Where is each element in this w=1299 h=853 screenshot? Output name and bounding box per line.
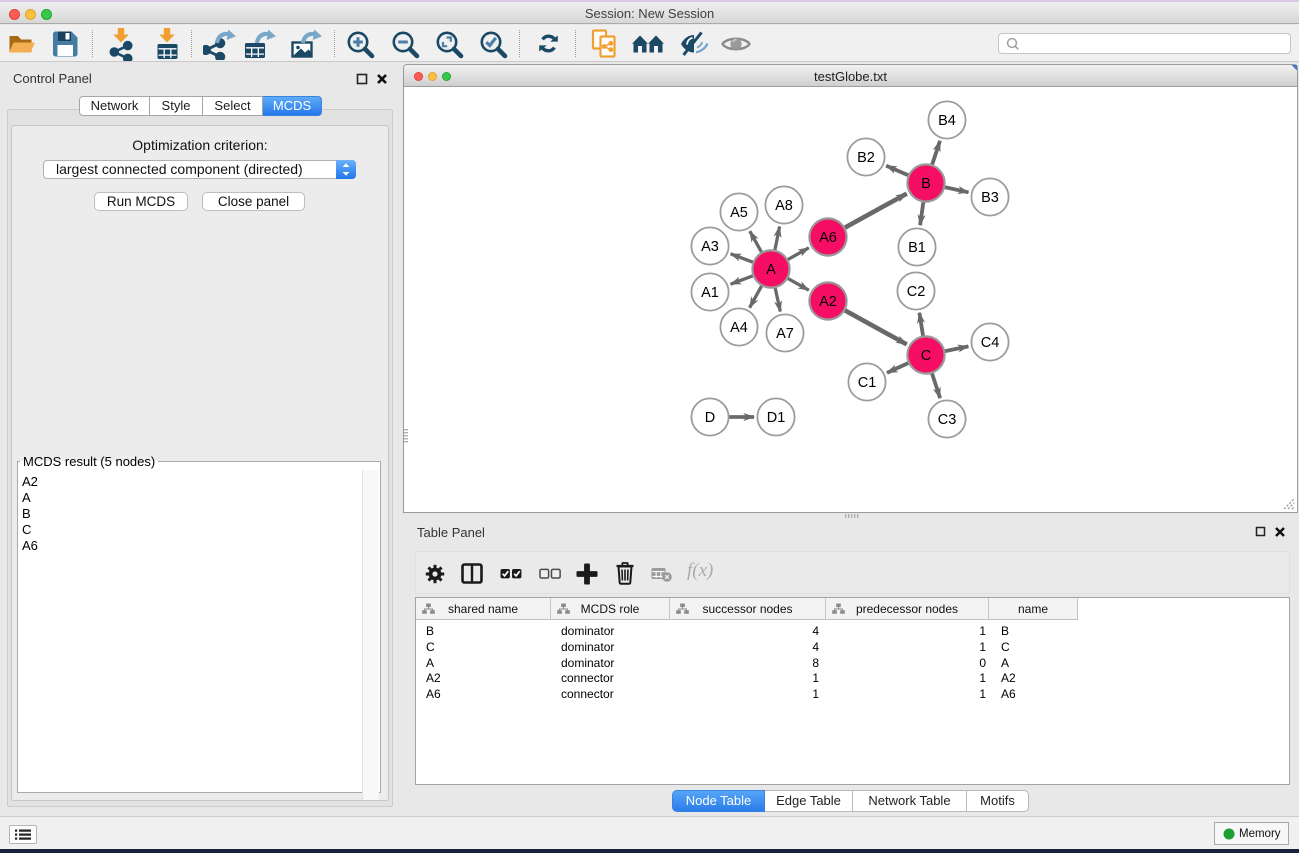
svg-text:C2: C2	[907, 284, 926, 300]
svg-text:A7: A7	[776, 326, 794, 342]
svg-text:C: C	[921, 348, 931, 364]
svg-text:D: D	[705, 410, 715, 426]
svg-text:C4: C4	[981, 335, 1000, 351]
svg-text:A5: A5	[730, 205, 748, 221]
svg-text:A1: A1	[701, 285, 719, 301]
svg-text:A: A	[766, 262, 776, 278]
svg-text:C1: C1	[858, 375, 877, 391]
svg-text:B1: B1	[908, 240, 926, 256]
svg-text:A6: A6	[819, 230, 837, 246]
svg-text:D1: D1	[767, 410, 786, 426]
svg-text:B: B	[921, 176, 931, 192]
svg-text:A4: A4	[730, 320, 748, 336]
svg-text:C3: C3	[938, 412, 957, 428]
svg-text:A2: A2	[819, 294, 837, 310]
svg-text:B4: B4	[938, 113, 956, 129]
svg-text:A8: A8	[775, 198, 793, 214]
svg-text:A3: A3	[701, 239, 719, 255]
svg-text:B2: B2	[857, 150, 875, 166]
svg-text:B3: B3	[981, 190, 999, 206]
